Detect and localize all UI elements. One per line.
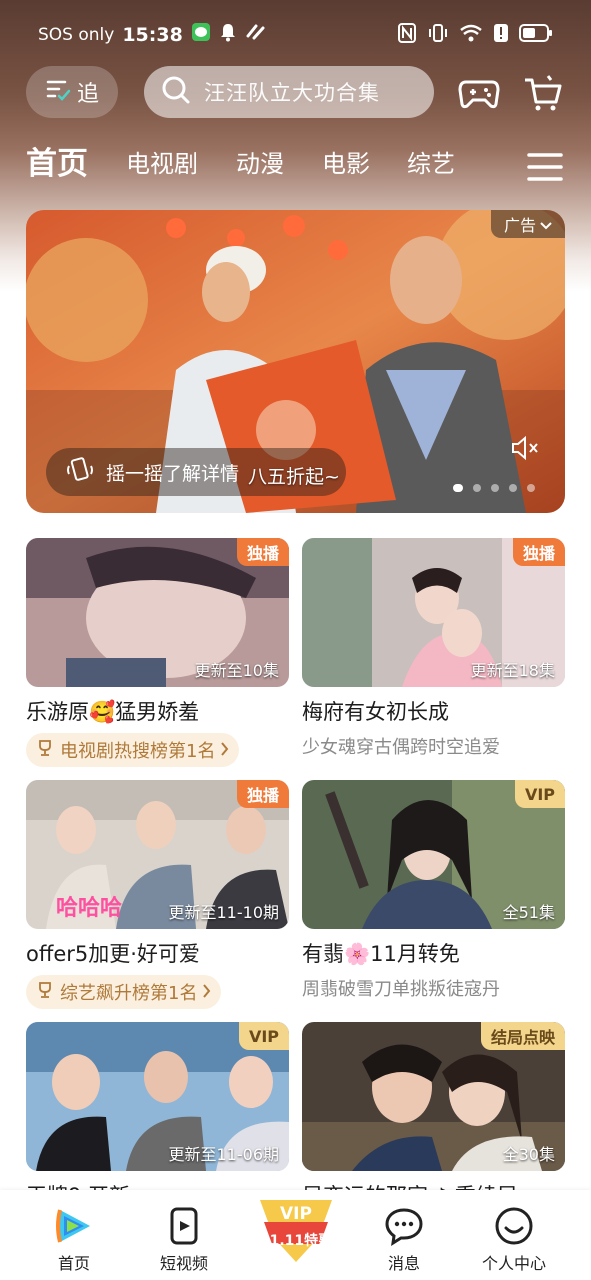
- search-icon: [160, 74, 192, 110]
- video-thumbnail: 哈哈哈 独播 更新至11-10期: [26, 780, 289, 929]
- tab-anime[interactable]: 动漫: [236, 144, 284, 179]
- search-placeholder: 汪汪队立大功合集: [204, 81, 380, 105]
- tab-tv-series[interactable]: 电视剧: [126, 144, 198, 179]
- vip-badge: VIP: [514, 780, 565, 808]
- video-card[interactable]: 哈哈哈 独播 更新至11-10期 offer5加更·好可爱 综艺飙升榜第1名: [26, 780, 289, 1009]
- exclusive-badge: 独播: [236, 780, 289, 808]
- tab-menu-icon[interactable]: [527, 152, 563, 182]
- episode-count: 更新至10集: [194, 661, 279, 680]
- follow-label: 追: [76, 82, 99, 107]
- banner-ad[interactable]: 广告 摇一摇了解详情 八五折起~: [26, 210, 565, 513]
- shake-phone-icon: [66, 456, 94, 489]
- video-thumbnail: 独播 更新至18集: [302, 538, 565, 687]
- chevron-down-icon: [540, 215, 552, 234]
- ad-label: 广告: [503, 216, 536, 235]
- shake-text: 摇一摇了解详情: [106, 462, 240, 485]
- video-subtitle: 周翡破雪刀单挑叛徒寇丹: [302, 979, 500, 1000]
- vip-promo-line2: 11.11特惠: [259, 1233, 333, 1249]
- video-card[interactable]: VIP 更新至11-06期 王牌9 开新: [26, 1022, 289, 1211]
- vip-promo-line1: VIP: [280, 1204, 312, 1224]
- nav-messages[interactable]: 消息: [349, 1190, 459, 1280]
- video-card[interactable]: 结局点映 全30集 早恋运的那家 ♪ 重续早: [302, 1022, 565, 1211]
- carrier-label: SOS only: [38, 24, 115, 45]
- video-thumbnail: 结局点映 全30集: [302, 1022, 565, 1171]
- game-controller-icon[interactable]: [458, 72, 500, 114]
- trophy-icon: [36, 739, 54, 762]
- video-thumbnail: 独播 更新至10集: [26, 538, 289, 687]
- video-thumbnail: VIP 更新至11-06期: [26, 1022, 289, 1171]
- profile-face-icon: [494, 1206, 534, 1246]
- trophy-icon: [36, 981, 54, 1004]
- video-title: 梅府有女初长成: [302, 700, 449, 724]
- nav-messages-label: 消息: [387, 1254, 420, 1273]
- episode-count: 全30集: [502, 1145, 555, 1164]
- episode-count: 更新至18集: [470, 661, 555, 680]
- short-video-icon: [164, 1206, 204, 1246]
- tab-movies[interactable]: 电影: [322, 144, 370, 179]
- carousel-dot: [509, 484, 517, 492]
- clock: 15:38: [122, 23, 183, 46]
- tencent-video-logo-icon: [54, 1206, 94, 1246]
- rank-label: 综艺飙升榜第1名: [60, 983, 198, 1004]
- nav-home[interactable]: 首页: [19, 1190, 129, 1280]
- episode-count: 更新至11-10期: [168, 903, 280, 922]
- chevron-right-icon: [221, 740, 229, 761]
- carousel-indicator: [453, 484, 535, 492]
- mute-icon[interactable]: [509, 432, 541, 464]
- video-subtitle: 少女魂穿古偶跨时空追爱: [302, 737, 500, 758]
- wifi-icon: [459, 23, 483, 47]
- nav-profile[interactable]: 个人中心: [459, 1190, 569, 1280]
- rank-tag[interactable]: 综艺飙升榜第1名: [26, 975, 222, 1009]
- nfc-icon: [397, 22, 417, 48]
- follow-button[interactable]: 追: [26, 66, 118, 118]
- episode-count: 全51集: [502, 903, 555, 922]
- rank-tag[interactable]: 电视剧热搜榜第1名: [26, 733, 240, 767]
- link-icon: [245, 22, 267, 47]
- carousel-dot: [453, 484, 463, 492]
- search-input[interactable]: 汪汪队立大功合集: [144, 66, 434, 118]
- chevron-right-icon: [203, 982, 211, 1003]
- exclusive-badge: 独播: [512, 538, 565, 566]
- nav-short-video-label: 短视频: [159, 1254, 208, 1273]
- video-card[interactable]: 独播 更新至10集 乐游原🥰猛男娇羞 电视剧热搜榜第1名: [26, 538, 289, 767]
- wechat-notification-icon: [191, 22, 211, 47]
- tab-home[interactable]: 首页: [26, 138, 88, 183]
- bottom-navigation: 首页 短视频 VIP 11.11特惠 消息 个人中心: [0, 1190, 591, 1280]
- video-title: 有翡🌸11月转免: [302, 942, 460, 966]
- top-header: 追 汪汪队立大功合集: [0, 66, 591, 122]
- carousel-dot: [473, 484, 481, 492]
- alert-icon: [493, 23, 509, 47]
- video-title: offer5加更·好可爱: [26, 942, 200, 966]
- video-title: 乐游原🥰猛男娇羞: [26, 700, 200, 724]
- finale-badge: 结局点映: [480, 1022, 565, 1050]
- follow-list-icon: [45, 76, 71, 108]
- shopping-cart-icon[interactable]: [522, 72, 564, 114]
- nav-profile-label: 个人中心: [481, 1254, 546, 1273]
- vip-promo-button[interactable]: VIP 11.11特惠: [258, 1198, 334, 1264]
- carousel-dot: [527, 484, 535, 492]
- category-tabs: 首页 电视剧 动漫 电影 综艺: [0, 136, 591, 196]
- video-card[interactable]: VIP 全51集 有翡🌸11月转免 周翡破雪刀单挑叛徒寇丹: [302, 780, 565, 1001]
- episode-count: 更新至11-06期: [168, 1145, 280, 1164]
- vibrate-icon: [427, 22, 449, 48]
- nav-home-label: 首页: [57, 1254, 90, 1273]
- video-thumbnail: VIP 全51集: [302, 780, 565, 929]
- vip-badge: VIP: [238, 1022, 289, 1050]
- ad-label-button[interactable]: 广告: [491, 210, 565, 238]
- banner-caption: 八五折起~: [248, 466, 340, 488]
- battery-icon: [519, 23, 553, 47]
- video-card[interactable]: 独播 更新至18集 梅府有女初长成 少女魂穿古偶跨时空追爱: [302, 538, 565, 759]
- svg-text:哈哈哈: 哈哈哈: [56, 895, 122, 921]
- nav-short-video[interactable]: 短视频: [129, 1190, 239, 1280]
- exclusive-badge: 独播: [236, 538, 289, 566]
- status-bar: SOS only 15:38: [0, 0, 591, 66]
- bell-icon: [219, 22, 237, 47]
- carousel-dot: [491, 484, 499, 492]
- tab-variety[interactable]: 综艺: [407, 144, 455, 179]
- message-icon: [384, 1206, 424, 1246]
- rank-label: 电视剧热搜榜第1名: [60, 741, 216, 762]
